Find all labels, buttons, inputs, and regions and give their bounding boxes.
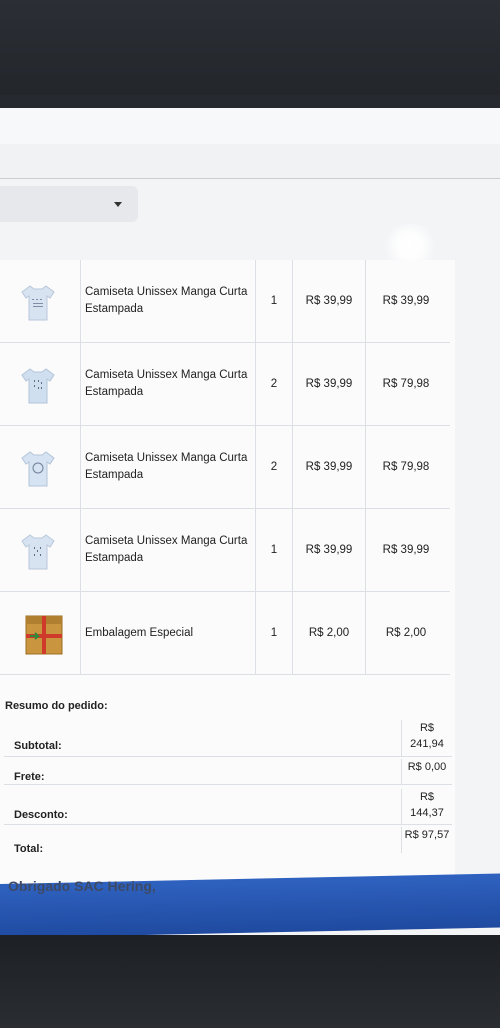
line-total-cell: R$ 2,00 bbox=[366, 592, 446, 674]
tshirt-icon bbox=[21, 285, 55, 321]
line-total: R$ 39,99 bbox=[382, 543, 430, 556]
summary-title: Resumo do pedido: bbox=[5, 700, 108, 712]
thanks-signature: Obrigado SAC Hering, bbox=[8, 878, 156, 894]
table-row: Camiseta Unissex Manga Curta Estampada 1… bbox=[0, 509, 450, 592]
product-name-cell: Camiseta Unissex Manga Curta Estampada bbox=[81, 509, 256, 591]
tshirt-icon bbox=[21, 368, 55, 404]
total-value: R$ 97,57 bbox=[401, 827, 452, 853]
product-name-cell: Camiseta Unissex Manga Curta Estampada bbox=[81, 343, 256, 425]
product-image-cell bbox=[0, 592, 81, 674]
device-bezel-top bbox=[0, 0, 500, 95]
folder-dropdown[interactable] bbox=[0, 186, 138, 222]
product-image-cell bbox=[0, 343, 81, 425]
desconto-value: R$ 144,37 bbox=[401, 789, 452, 825]
line-total: R$ 2,00 bbox=[385, 626, 427, 639]
unit-price: R$ 39,99 bbox=[305, 377, 353, 390]
gift-box-icon bbox=[25, 615, 63, 655]
frete-label: Frete: bbox=[14, 771, 45, 783]
quantity: 1 bbox=[270, 543, 278, 556]
product-name-cell: Camiseta Unissex Manga Curta Estampada bbox=[81, 426, 256, 508]
product-name: Camiseta Unissex Manga Curta Estampada bbox=[85, 452, 248, 481]
line-total: R$ 79,98 bbox=[382, 377, 430, 390]
product-name-cell: Embalagem Especial bbox=[81, 592, 256, 674]
line-total-cell: R$ 79,98 bbox=[366, 426, 446, 508]
quantity-cell: 1 bbox=[256, 592, 293, 674]
subtotal-label: Subtotal: bbox=[14, 740, 62, 752]
table-row: Camiseta Unissex Manga Curta Estampada 1… bbox=[0, 260, 450, 343]
line-total-cell: R$ 79,98 bbox=[366, 343, 446, 425]
summary-row-desconto: Desconto: R$ 144,37 bbox=[4, 784, 452, 825]
frete-value: R$ 0,00 bbox=[401, 759, 452, 785]
product-image-cell bbox=[0, 509, 81, 591]
unit-price-cell: R$ 2,00 bbox=[293, 592, 366, 674]
table-row: Embalagem Especial 1 R$ 2,00 R$ 2,00 bbox=[0, 592, 450, 675]
table-row: Camiseta Unissex Manga Curta Estampada 2… bbox=[0, 343, 450, 426]
unit-price: R$ 39,99 bbox=[305, 460, 353, 473]
desconto-label: Desconto: bbox=[14, 809, 68, 821]
line-total-cell: R$ 39,99 bbox=[366, 260, 446, 342]
quantity: 1 bbox=[270, 294, 278, 307]
unit-price-cell: R$ 39,99 bbox=[293, 260, 366, 342]
email-screen: Camiseta Unissex Manga Curta Estampada 1… bbox=[0, 108, 500, 938]
product-image-cell bbox=[0, 260, 81, 342]
quantity-cell: 2 bbox=[256, 343, 293, 425]
toolbar bbox=[0, 108, 500, 145]
chevron-down-icon bbox=[114, 202, 122, 207]
subtotal-value: R$ 241,94 bbox=[401, 720, 452, 756]
product-name: Camiseta Unissex Manga Curta Estampada bbox=[85, 369, 248, 398]
line-total-cell: R$ 39,99 bbox=[366, 509, 446, 591]
tshirt-icon bbox=[21, 534, 55, 570]
line-total: R$ 79,98 bbox=[382, 460, 430, 473]
table-row: Camiseta Unissex Manga Curta Estampada 2… bbox=[0, 426, 450, 509]
unit-price-cell: R$ 39,99 bbox=[293, 343, 366, 425]
quantity: 2 bbox=[270, 460, 278, 473]
summary-row-frete: Frete: R$ 0,00 bbox=[4, 756, 452, 785]
tshirt-icon bbox=[21, 451, 55, 487]
product-image-cell bbox=[0, 426, 81, 508]
unit-price-cell: R$ 39,99 bbox=[293, 509, 366, 591]
quantity: 1 bbox=[270, 626, 278, 639]
sub-toolbar bbox=[0, 144, 500, 179]
quantity-cell: 1 bbox=[256, 509, 293, 591]
quantity-cell: 1 bbox=[256, 260, 293, 342]
summary-row-subtotal: Subtotal: R$ 241,94 bbox=[4, 716, 452, 756]
product-name-cell: Camiseta Unissex Manga Curta Estampada bbox=[81, 260, 256, 342]
summary-row-total: Total: R$ 97,57 bbox=[4, 824, 452, 855]
unit-price: R$ 2,00 bbox=[308, 626, 350, 639]
quantity: 2 bbox=[270, 377, 278, 390]
quantity-cell: 2 bbox=[256, 426, 293, 508]
unit-price: R$ 39,99 bbox=[305, 294, 353, 307]
total-label: Total: bbox=[14, 843, 44, 855]
product-name: Embalagem Especial bbox=[85, 626, 194, 639]
unit-price-cell: R$ 39,99 bbox=[293, 426, 366, 508]
device-bezel-bottom bbox=[0, 935, 500, 1028]
product-name: Camiseta Unissex Manga Curta Estampada bbox=[85, 286, 248, 315]
product-name: Camiseta Unissex Manga Curta Estampada bbox=[85, 535, 248, 564]
line-total: R$ 39,99 bbox=[382, 294, 430, 307]
unit-price: R$ 39,99 bbox=[305, 543, 353, 556]
